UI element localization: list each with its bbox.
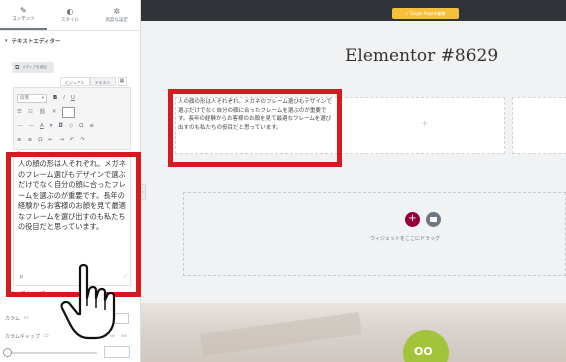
column-gap-input[interactable] xyxy=(104,346,130,358)
underline-button[interactable]: U xyxy=(71,95,75,101)
monitor-icon: ▭ xyxy=(23,315,29,321)
chevron-down-icon: ▾ xyxy=(5,37,8,44)
undo-icon[interactable]: ↶ xyxy=(70,137,75,143)
add-media-label: メディアを追加 xyxy=(22,65,47,69)
section-title: テキストエディター xyxy=(11,38,61,45)
panel-collapse-handle[interactable]: ‹ xyxy=(141,184,146,200)
tab-style-label: スタイル xyxy=(61,17,79,23)
tab-advanced-label: 高度な設定 xyxy=(105,17,128,23)
toolbar-toggle-icon[interactable]: ▦ xyxy=(117,77,127,86)
toolbar-row: ≡ ≡ Ω ⇤ ⇥ ↶ ↷ xyxy=(17,133,127,147)
add-to-column-icon[interactable]: + xyxy=(421,119,429,129)
template-library-button[interactable] xyxy=(426,212,441,227)
bullet-list-icon[interactable]: ☰ xyxy=(17,109,22,115)
align-left-icon[interactable]: ≡ xyxy=(17,137,22,143)
panel-tabs: ✎ コンテンツ ◐ スタイル ✲ 高度な設定 xyxy=(0,0,140,31)
tab-style[interactable]: ◐ スタイル xyxy=(47,0,94,30)
empty-section-dropzone[interactable] xyxy=(183,192,566,276)
special-char-icon[interactable]: Ω xyxy=(79,123,83,129)
page-title: Elementor #8629 xyxy=(345,46,499,66)
paste-text-icon[interactable]: ◘ xyxy=(59,123,63,129)
unlink-icon[interactable]: ✕ xyxy=(52,109,57,115)
contrast-icon: ◐ xyxy=(66,6,74,16)
toolbar-row: ☰ ☷ ⛓ ✕ xyxy=(17,105,127,119)
pencil-icon: ✎ xyxy=(19,5,27,15)
tab-visual[interactable]: ビジュアル xyxy=(60,77,90,86)
gear-icon: ✲ xyxy=(113,6,121,16)
pointing-hand-icon xyxy=(60,263,116,340)
outdent-icon[interactable]: ⇤ xyxy=(48,137,53,143)
format-select-value: 段落 xyxy=(20,95,29,101)
add-section-button[interactable]: + xyxy=(405,212,420,227)
tab-content[interactable]: ✎ コンテンツ xyxy=(0,0,47,30)
column-gap-slider-track[interactable] xyxy=(5,352,97,354)
text-color-icon[interactable]: A xyxy=(40,123,44,129)
toolbar-row: 段落 ▾ B I U xyxy=(17,91,127,105)
chevron-down-icon: ▾ xyxy=(41,95,44,101)
drag-widget-hint: ウィジェットをここにドラッグ xyxy=(370,236,441,242)
strikethrough-icon[interactable]: — xyxy=(29,123,35,129)
column-gap-label: カラムギャップ xyxy=(5,333,40,340)
tab-content-label: コンテンツ xyxy=(12,16,35,22)
monitor-icon: ▭ xyxy=(43,333,49,339)
numbered-list-icon[interactable]: ☷ xyxy=(28,109,33,115)
redo-icon[interactable]: ↷ xyxy=(80,137,85,143)
align-right-icon[interactable]: ≡ xyxy=(89,123,94,129)
add-media-button[interactable]: ⧉ メディアを追加 xyxy=(12,62,54,73)
highlight-canvas-widget xyxy=(168,89,342,167)
columns-label: カラム xyxy=(5,315,20,322)
italic-button[interactable]: I xyxy=(63,95,65,101)
tab-text[interactable]: テキスト xyxy=(89,77,116,86)
glasses-icon: OO xyxy=(414,345,433,358)
omega-icon[interactable]: Ω xyxy=(38,137,42,143)
toolbar-row: — — A ▾ ◘ ◇ Ω ≡ xyxy=(17,119,127,133)
wysiwyg-toolbar: 段落 ▾ B I U ☰ ☷ ⛓ ✕ — — A ▾ ◘ ◇ Ω ≡ ≡ ≡ Ω… xyxy=(13,87,131,157)
align-center-icon[interactable]: ≡ xyxy=(28,137,33,143)
format-select[interactable]: 段落 ▾ xyxy=(17,93,47,103)
hero-photo xyxy=(141,303,566,362)
tab-advanced[interactable]: ✲ 高度な設定 xyxy=(93,0,140,30)
clear-format-icon[interactable]: ◇ xyxy=(69,123,73,129)
link-icon[interactable]: ⛓ xyxy=(39,109,46,115)
section-header-text-editor[interactable]: ▾ テキストエディター xyxy=(0,31,140,50)
chevron-down-icon[interactable]: ▾ xyxy=(50,123,53,129)
editor-topbar: ✓ Single Pageを編集 xyxy=(141,0,566,21)
column-3[interactable] xyxy=(512,97,566,154)
fullscreen-icon[interactable] xyxy=(62,106,76,118)
indent-icon[interactable]: ⇥ xyxy=(59,137,64,143)
hr-icon[interactable]: — xyxy=(17,123,23,129)
edit-single-page-button[interactable]: ✓ Single Pageを編集 xyxy=(392,8,459,19)
media-icon: ⧉ xyxy=(15,63,20,71)
column-gap-slider-handle[interactable] xyxy=(3,348,12,357)
editor-mode-tabs: ビジュアル テキスト ▦ xyxy=(60,77,127,86)
bold-button[interactable]: B xyxy=(53,95,57,101)
elementor-editor-screenshot: ✎ コンテンツ ◐ スタイル ✲ 高度な設定 ▾ テキストエディター ⧉ メディ… xyxy=(0,0,566,362)
